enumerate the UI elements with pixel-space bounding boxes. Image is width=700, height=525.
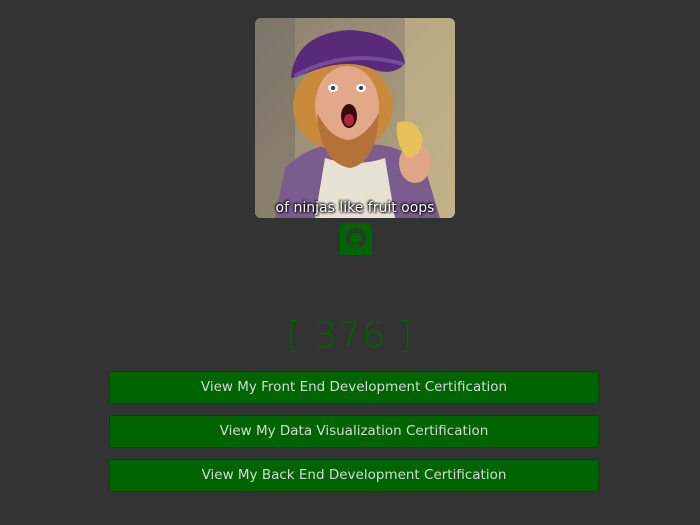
data-visualization-certification-button[interactable]: View My Data Visualization Certification (109, 415, 599, 448)
profile-photo: of ninjas like fruit oops (255, 18, 455, 218)
github-link[interactable] (339, 222, 373, 256)
points-counter: [ 376 ] (286, 315, 414, 356)
profile-page: of ninjas like fruit oops [ 376 ] View M… (0, 0, 700, 525)
profile-photo-image (255, 18, 455, 218)
back-end-certification-button[interactable]: View My Back End Development Certificati… (109, 459, 599, 492)
github-icon (340, 223, 372, 255)
front-end-certification-button[interactable]: View My Front End Development Certificat… (109, 371, 599, 404)
photo-caption: of ninjas like fruit oops (275, 200, 435, 216)
